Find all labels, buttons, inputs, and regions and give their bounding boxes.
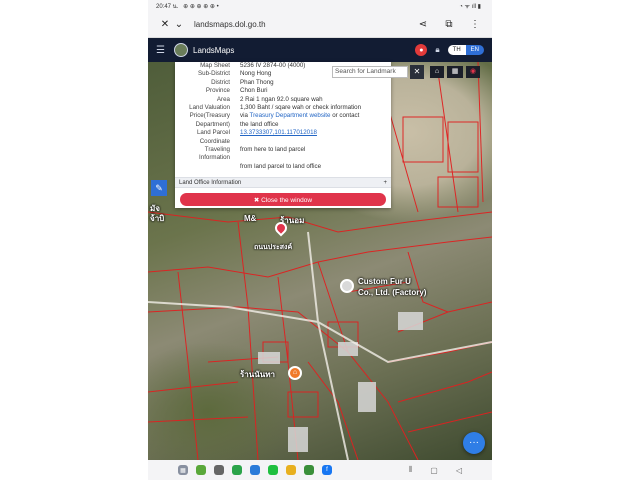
info-row-price: Price(Treasury via Treasury Department w… <box>175 112 391 120</box>
treasury-link[interactable]: Treasury Department website <box>250 112 331 119</box>
map-label-left-2: จ้าบิ <box>150 214 165 223</box>
info-row-travel: Traveling Information from here to land … <box>175 146 391 163</box>
info-label: District <box>211 78 230 86</box>
map-label-road: ถนนประสงค์ <box>254 244 293 251</box>
home-nav-icon[interactable]: ▢ <box>430 466 438 475</box>
parcel-label: Land Parcel <box>196 129 230 137</box>
phone-screen: 20:47 น. ⊕ ⊕ ⊕ ⊕ ⊕ • ◔ ᯤ ıll ▮ ✕ ⌄ lands… <box>148 0 492 480</box>
info-label: Area <box>216 95 230 103</box>
travel-label: Traveling Information <box>199 146 230 162</box>
info-row: Area 2 Rai 1 ngan 92.0 square wah <box>175 96 391 104</box>
price-value: via Treasury Department website or conta… <box>240 112 391 120</box>
notification-icons: ⊕ ⊕ ⊕ ⊕ ⊕ • <box>183 4 219 10</box>
info-label: Province <box>205 87 230 95</box>
recents-icon[interactable]: ⦀ <box>409 465 413 475</box>
travel-label-spacer <box>175 163 240 171</box>
price-label-2: Department) <box>195 120 230 128</box>
browser-toolbar: ✕ ⌄ landsmaps.dol.go.th ⋖ ⧉ ⋮ <box>148 12 492 38</box>
info-row: Land Valuation 1,300 Baht / sqare wah or … <box>175 104 391 112</box>
app-icon-1[interactable] <box>196 465 206 475</box>
land-office-section[interactable]: Land Office Information + <box>175 177 391 189</box>
info-value: Phan Thong <box>240 78 274 86</box>
app-header: ☰ LandsMaps ● 🔒︎ TH EN <box>148 38 492 62</box>
info-value: 1,300 Baht / sqare wah or check informat… <box>240 104 362 112</box>
close-window-button[interactable]: ✖ Close the window <box>180 193 386 207</box>
coordinate-label: Coordinate <box>199 137 230 145</box>
apps-icon[interactable]: ▦ <box>178 465 188 475</box>
map-label-factory-1: Custom Fur U <box>358 277 411 286</box>
grid-icon[interactable]: ▦ <box>447 66 463 78</box>
info-label: Land Valuation <box>189 104 230 112</box>
search-input[interactable]: Search for Landmark <box>332 66 408 78</box>
shop-poi-icon[interactable]: ⌂ <box>288 366 302 380</box>
land-info-panel: Map Sheet 5236 IV 2874-00 (4000) Sub-Dist… <box>175 62 391 208</box>
back-icon[interactable]: ◁ <box>456 466 462 475</box>
share-icon[interactable]: ⋖ <box>416 19 430 30</box>
land-office-label: Land Office Information <box>179 179 242 186</box>
expand-icon[interactable]: + <box>383 180 387 186</box>
app-icon-2[interactable] <box>232 465 242 475</box>
camera-icon[interactable] <box>214 465 224 475</box>
price-value-2: the land office <box>240 120 279 128</box>
info-value: Chon Buri <box>240 87 268 95</box>
travel-to-parcel-link[interactable]: from here to land parcel <box>240 146 391 163</box>
chat-fab-icon[interactable]: ··· <box>463 432 485 454</box>
status-bar: 20:47 น. ⊕ ⊕ ⊕ ⊕ ⊕ • ◔ ᯤ ıll ▮ <box>148 0 492 12</box>
maps-icon[interactable] <box>304 465 314 475</box>
more-icon[interactable]: ⋮ <box>468 19 482 30</box>
info-rows: Map Sheet 5236 IV 2874-00 (4000) Sub-Dist… <box>175 62 391 171</box>
info-label: Sub-District <box>198 70 230 78</box>
chevron-down-icon[interactable]: ⌄ <box>172 19 186 30</box>
lock-icon[interactable]: 🔒︎ <box>435 45 439 55</box>
price-label: Price(Treasury <box>189 112 230 120</box>
target-icon[interactable]: ◉ <box>466 66 480 78</box>
info-row: District Phan Thong <box>175 79 391 87</box>
translate-icon[interactable]: ⧉ <box>442 19 456 30</box>
map-label-shop-1: M& <box>244 214 257 223</box>
signal-icons: ◔ ᯤ ıll ▮ <box>459 4 481 10</box>
app-icon-3[interactable] <box>250 465 260 475</box>
url-text[interactable]: landsmaps.dol.go.th <box>194 20 416 29</box>
layers-icon[interactable]: ✎ <box>151 180 167 196</box>
menu-icon[interactable]: ☰ <box>156 45 168 56</box>
map-label-factory-2: Co., Ltd. (Factory) <box>358 288 427 297</box>
info-row-travel-2: from land parcel to land office <box>175 163 391 171</box>
logo-icon <box>174 43 188 57</box>
map-label-shop-2: ร้านนันทา <box>240 370 275 379</box>
line-icon[interactable] <box>268 465 278 475</box>
status-left: 20:47 น. ⊕ ⊕ ⊕ ⊕ ⊕ • <box>156 1 222 11</box>
search-close-icon[interactable]: ✕ <box>410 65 424 79</box>
home-icon[interactable]: ⌂ <box>430 66 444 78</box>
price-suffix: or contact <box>330 112 360 120</box>
price-prefix: via <box>240 112 250 120</box>
parcel-coordinate-link[interactable]: 13.3733307,101.117012018 <box>240 129 391 137</box>
status-time: 20:47 น. <box>156 4 179 10</box>
browser-actions: ⋖ ⧉ ⋮ <box>416 19 482 30</box>
info-row: Province Chon Buri <box>175 87 391 95</box>
language-toggle[interactable]: TH EN <box>447 45 484 55</box>
travel-to-office-link[interactable]: from land parcel to land office <box>240 163 391 171</box>
android-nav-bar: ▦ f ⦀ ▢ ◁ <box>148 460 492 480</box>
coordinate-value <box>240 138 391 146</box>
record-icon[interactable]: ● <box>415 44 428 56</box>
info-row-parcel: Land Parcel 13.3733307,101.117012018 <box>175 129 391 137</box>
info-label: Map Sheet <box>200 62 230 69</box>
lang-en-button[interactable]: EN <box>465 45 484 55</box>
facebook-icon[interactable]: f <box>322 465 332 475</box>
close-icon[interactable]: ✕ <box>158 19 172 30</box>
info-row-coordinate: Coordinate <box>175 138 391 146</box>
status-right: ◔ ᯤ ıll ▮ <box>459 2 484 10</box>
info-row-price-2: Department) the land office <box>175 121 391 129</box>
info-value: 2 Rai 1 ngan 92.0 square wah <box>240 95 323 103</box>
app-title: LandsMaps <box>193 45 235 55</box>
lang-th-button[interactable]: TH <box>447 45 466 55</box>
chrome-icon[interactable] <box>286 465 296 475</box>
factory-poi-icon[interactable] <box>340 279 354 293</box>
